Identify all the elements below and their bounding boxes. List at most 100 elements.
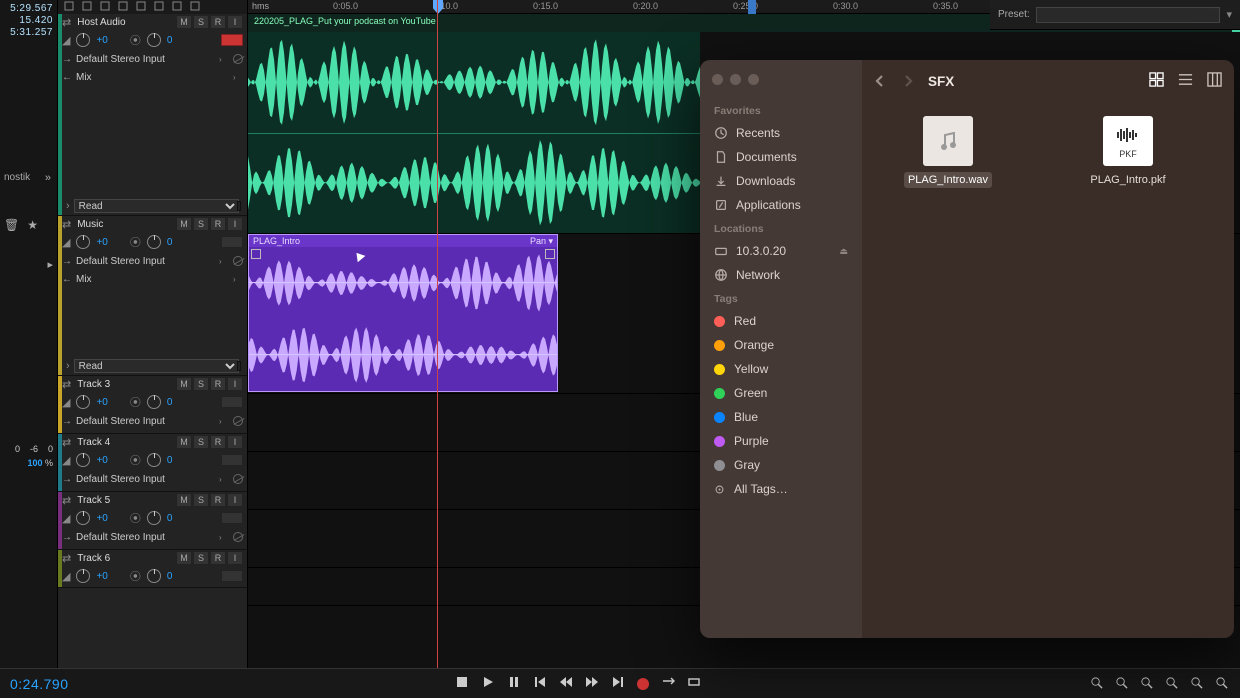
eject-icon[interactable]: ⏏: [839, 246, 848, 257]
file-grid[interactable]: PLAG_Intro.wavPKFPLAG_Intro.pkf: [862, 102, 1234, 638]
mute-button[interactable]: M: [176, 217, 192, 231]
delete-icon[interactable]: 🗑: [4, 218, 19, 232]
branch-icon[interactable]: [100, 1, 110, 14]
mute-button[interactable]: M: [176, 15, 192, 29]
volume-knob[interactable]: [76, 395, 90, 409]
go-end-button[interactable]: [611, 675, 625, 692]
sidebar-item-applications[interactable]: Applications: [700, 193, 862, 217]
mute-button[interactable]: M: [176, 377, 192, 391]
track-name[interactable]: Track 4: [77, 437, 170, 448]
clip-pan-label[interactable]: Pan: [530, 236, 546, 246]
forward-button[interactable]: [585, 675, 599, 692]
zoom-all-button[interactable]: [1215, 676, 1228, 692]
window-controls[interactable]: [700, 70, 862, 99]
pan-knob[interactable]: [147, 453, 161, 467]
expand-icon[interactable]: »: [45, 172, 51, 184]
solo-button[interactable]: S: [193, 551, 209, 565]
track-output[interactable]: Mix: [76, 72, 229, 83]
input-mon-button[interactable]: I: [227, 377, 243, 391]
fade-out-handle[interactable]: [545, 249, 555, 259]
input-mon-button[interactable]: I: [227, 493, 243, 507]
fade-in-handle[interactable]: [251, 249, 261, 259]
record-arm-button[interactable]: [221, 396, 243, 408]
loop-button[interactable]: [661, 675, 675, 692]
volume-knob[interactable]: [76, 453, 90, 467]
arm-button[interactable]: R: [210, 217, 226, 231]
dropdown-chevron-icon[interactable]: ▾: [1226, 8, 1232, 21]
track-name[interactable]: Host Audio: [77, 17, 170, 28]
solo-button[interactable]: S: [193, 435, 209, 449]
pan-knob[interactable]: [147, 33, 161, 47]
track-input[interactable]: Default Stereo Input: [76, 474, 215, 485]
record-arm-button[interactable]: [221, 570, 243, 582]
audio-clip[interactable]: [248, 32, 700, 233]
marker-l-icon[interactable]: [136, 1, 146, 14]
arm-button[interactable]: R: [210, 493, 226, 507]
mute-button[interactable]: M: [176, 551, 192, 565]
track-header[interactable]: ⇄Host AudioMSRI◢+0⦿0→Default Stereo Inpu…: [58, 14, 247, 216]
tag-blue[interactable]: Blue: [700, 405, 862, 429]
track-name[interactable]: Track 5: [77, 495, 170, 506]
view-columns-button[interactable]: [1207, 72, 1222, 90]
phase-icon[interactable]: [233, 256, 243, 266]
zoom-in-button[interactable]: [1090, 676, 1103, 692]
tag-yellow[interactable]: Yellow: [700, 357, 862, 381]
pan-knob[interactable]: [147, 511, 161, 525]
input-mon-button[interactable]: I: [227, 217, 243, 231]
record-arm-button[interactable]: [221, 454, 243, 466]
track-header[interactable]: ⇄Track 4MSRI◢+0⦿0→Default Stereo Input›: [58, 434, 247, 492]
tag-purple[interactable]: Purple: [700, 429, 862, 453]
zoom-out-full-button[interactable]: [1190, 676, 1203, 692]
pan-knob[interactable]: [147, 569, 161, 583]
playhead-marker[interactable]: [433, 0, 443, 14]
go-start-button[interactable]: [533, 675, 547, 692]
maximize-window-icon[interactable]: [748, 74, 759, 85]
minimize-window-icon[interactable]: [730, 74, 741, 85]
automation-mode-select[interactable]: Read: [74, 359, 239, 373]
track-output[interactable]: Mix: [76, 274, 229, 285]
favorite-icon[interactable]: ★: [27, 218, 38, 232]
mute-button[interactable]: M: [176, 493, 192, 507]
volume-knob[interactable]: [76, 511, 90, 525]
track-name[interactable]: Track 3: [77, 379, 170, 390]
finder-window[interactable]: Favorites RecentsDocumentsDownloadsAppli…: [700, 60, 1234, 638]
automation-mode-select[interactable]: Read: [74, 199, 239, 213]
track-input[interactable]: Default Stereo Input: [76, 532, 215, 543]
track-input[interactable]: Default Stereo Input: [76, 256, 215, 267]
settings-icon[interactable]: [190, 1, 200, 14]
target-icon[interactable]: [172, 1, 182, 14]
tag-orange[interactable]: Orange: [700, 333, 862, 357]
input-mon-button[interactable]: I: [227, 15, 243, 29]
tag-green[interactable]: Green: [700, 381, 862, 405]
audio-clip-selected[interactable]: PLAG_IntroPan ▾: [248, 234, 558, 392]
preset-dropdown[interactable]: [1036, 7, 1221, 23]
all-tags[interactable]: All Tags…: [700, 477, 862, 501]
track-input[interactable]: Default Stereo Input: [76, 416, 215, 427]
back-icon[interactable]: [874, 75, 886, 87]
stop-button[interactable]: [455, 675, 469, 692]
solo-button[interactable]: S: [193, 217, 209, 231]
track-name[interactable]: Music: [77, 219, 170, 230]
record-arm-button[interactable]: [221, 34, 243, 46]
track-name[interactable]: Track 6: [77, 553, 170, 564]
forward-icon[interactable]: [902, 75, 914, 87]
cue-marker[interactable]: [748, 0, 756, 14]
phase-icon[interactable]: [233, 474, 243, 484]
rewind-button[interactable]: [559, 675, 573, 692]
sidebar-item-10.3.0.20[interactable]: 10.3.0.20⏏: [700, 239, 862, 263]
zoom-out-button[interactable]: [1140, 676, 1153, 692]
volume-knob[interactable]: [76, 569, 90, 583]
arm-button[interactable]: R: [210, 15, 226, 29]
file-item[interactable]: PLAG_Intro.wav: [878, 116, 1018, 188]
solo-button[interactable]: S: [193, 493, 209, 507]
zoom-reset-button[interactable]: [1115, 676, 1128, 692]
solo-button[interactable]: S: [193, 377, 209, 391]
view-list-button[interactable]: [1178, 72, 1193, 90]
sidebar-item-downloads[interactable]: Downloads: [700, 169, 862, 193]
pause-button[interactable]: [507, 675, 521, 692]
input-mon-button[interactable]: I: [227, 435, 243, 449]
sidebar-item-network[interactable]: Network: [700, 263, 862, 287]
sidebar-item-recents[interactable]: Recents: [700, 121, 862, 145]
track-header[interactable]: ⇄Track 3MSRI◢+0⦿0→Default Stereo Input›: [58, 376, 247, 434]
input-mon-button[interactable]: I: [227, 551, 243, 565]
